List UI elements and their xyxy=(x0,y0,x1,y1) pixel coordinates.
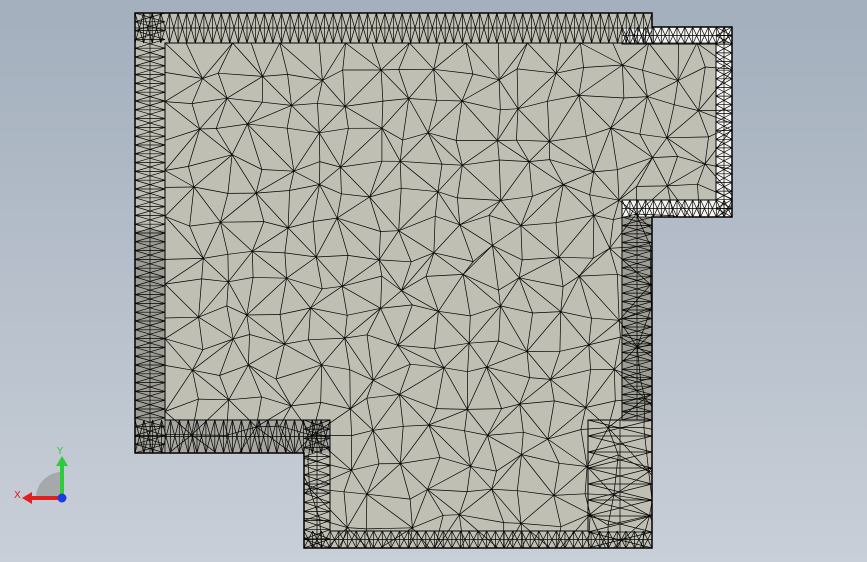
x-axis-arrow-icon xyxy=(22,492,32,504)
triad-quarter-disc xyxy=(36,472,62,498)
x-axis-label: X xyxy=(14,490,21,501)
y-axis-label: Y xyxy=(56,446,64,457)
graphics-viewport[interactable]: Y X xyxy=(0,0,867,562)
part-body xyxy=(134,12,733,549)
coordinate-triad: Y X xyxy=(14,446,68,504)
z-axis-dot-icon xyxy=(57,493,67,503)
y-axis-arrow-icon xyxy=(56,456,68,466)
fe-mesh-model[interactable] xyxy=(0,0,867,562)
